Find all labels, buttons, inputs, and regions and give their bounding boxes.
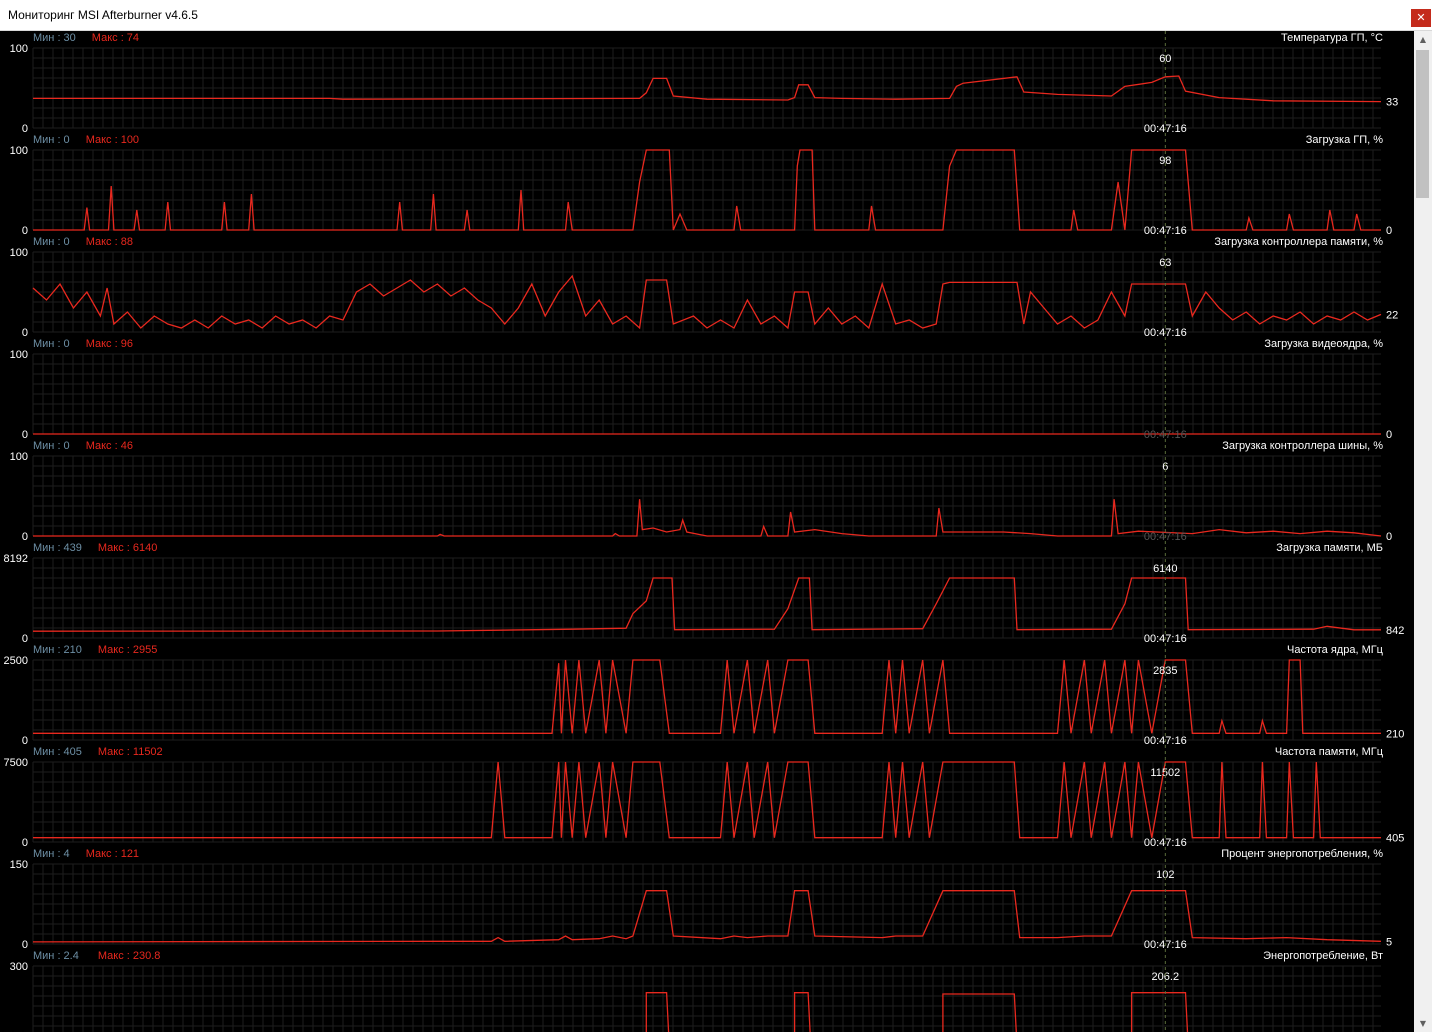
graph-min-label: Мин : 2.4	[33, 950, 79, 962]
graph-title: Частота ядра, МГц	[1287, 644, 1384, 656]
graph-min-label: Мин : 0	[33, 338, 70, 350]
graph-grid	[32, 455, 1381, 537]
graph-min-label: Мин : 0	[33, 440, 70, 452]
graph-current-value: 405	[1386, 833, 1404, 845]
graph-min-label: Мин : 0	[33, 236, 70, 248]
graph-max-label: Макс : 74	[92, 32, 139, 44]
graph-min-label: Мин : 210	[33, 644, 82, 656]
graph-y-min-label: 0	[22, 837, 28, 849]
graph-max-label: Макс : 11502	[98, 746, 163, 758]
graph-title: Загрузка контроллера шины, %	[1222, 440, 1383, 452]
graph-max-label: Макс : 46	[86, 440, 133, 452]
graph-max-label: Макс : 230.8	[98, 950, 161, 962]
graph-current-value: 0	[1386, 225, 1392, 237]
graph-current-value: 842	[1386, 625, 1404, 637]
graph-y-max-label: 100	[10, 43, 28, 55]
graph-trace	[33, 659, 1381, 734]
graph-max-label: Макс : 121	[86, 848, 139, 860]
window-title: Мониторинг MSI Afterburner v4.6.5	[8, 8, 198, 22]
graph-title: Загрузка ГП, %	[1306, 134, 1384, 146]
graph-grid	[32, 353, 1381, 435]
graph-grid	[32, 47, 1381, 129]
graph-title: Загрузка памяти, МБ	[1276, 542, 1383, 554]
close-button[interactable]: ✕	[1411, 9, 1431, 27]
graph-y-max-label: 100	[10, 349, 28, 361]
graph-title: Процент энергопотребления, %	[1221, 848, 1383, 860]
graph-grid	[32, 557, 1381, 639]
graph-grid	[32, 659, 1381, 741]
graph-max-label: Макс : 96	[86, 338, 133, 350]
graph-min-label: Мин : 0	[33, 134, 70, 146]
graph-title: Температура ГП, °C	[1281, 32, 1383, 44]
graph-trace	[32, 577, 1381, 632]
graph-current-value: 22	[1386, 309, 1398, 321]
scroll-down-icon[interactable]: ▼	[1414, 1015, 1432, 1032]
graph-min-label: Мин : 439	[33, 542, 82, 554]
graph-max-label: Макс : 100	[86, 134, 139, 146]
graph-min-label: Мин : 405	[33, 746, 82, 758]
monitoring-graphs: Мин : 30 Макс : 74 Температура ГП, °C 100 0 3…	[4, 31, 1404, 1032]
graph-y-min-label: 0	[22, 531, 28, 543]
graph-y-min-label: 0	[22, 327, 28, 339]
graph-y-min-label: 0	[22, 735, 28, 747]
graph-y-max-label: 150	[10, 859, 28, 871]
graph-y-max-label: 100	[10, 247, 28, 259]
graph-current-value: 33	[1386, 97, 1398, 109]
graph-grid	[32, 149, 1381, 231]
graph-title: Частота памяти, МГц	[1275, 746, 1384, 758]
graph-y-min-label: 0	[22, 939, 28, 951]
graph-y-max-label: 100	[10, 451, 28, 463]
graph-y-min-label: 0	[22, 225, 28, 237]
graph-current-value: 210	[1386, 728, 1404, 740]
graph-grid	[32, 251, 1381, 333]
graph-y-min-label: 0	[22, 633, 28, 645]
graph-current-value: 0	[1386, 531, 1392, 543]
vertical-scrollbar[interactable]: ▲ ▼	[1414, 31, 1432, 1032]
graph-y-min-label: 0	[22, 123, 28, 135]
graph-title: Загрузка контроллера памяти, %	[1214, 236, 1383, 248]
graph-y-min-label: 0	[22, 429, 28, 441]
graph-current-value: 0	[1386, 429, 1392, 441]
graph-grid	[32, 863, 1381, 945]
graph-title: Загрузка видеоядра, %	[1264, 338, 1383, 350]
graph-current-value: 5	[1386, 936, 1392, 948]
graph-min-label: Мин : 4	[33, 848, 70, 860]
graph-min-label: Мин : 30	[33, 32, 76, 44]
graph-y-max-label: 100	[10, 145, 28, 157]
graph-max-label: Макс : 6140	[98, 542, 157, 554]
graph-title: Энергопотребление, Вт	[1263, 950, 1383, 962]
graph-max-label: Макс : 2955	[98, 644, 157, 656]
graph-y-max-label: 2500	[4, 655, 28, 667]
graph-y-max-label: 8192	[4, 553, 28, 565]
graph-max-label: Макс : 88	[86, 236, 133, 248]
scroll-up-icon[interactable]: ▲	[1414, 31, 1432, 48]
graph-y-max-label: 7500	[4, 757, 28, 769]
graph-y-max-label: 300	[10, 961, 28, 973]
title-bar: Мониторинг MSI Afterburner v4.6.5 ✕	[0, 0, 1432, 31]
scroll-thumb[interactable]	[1416, 50, 1429, 198]
